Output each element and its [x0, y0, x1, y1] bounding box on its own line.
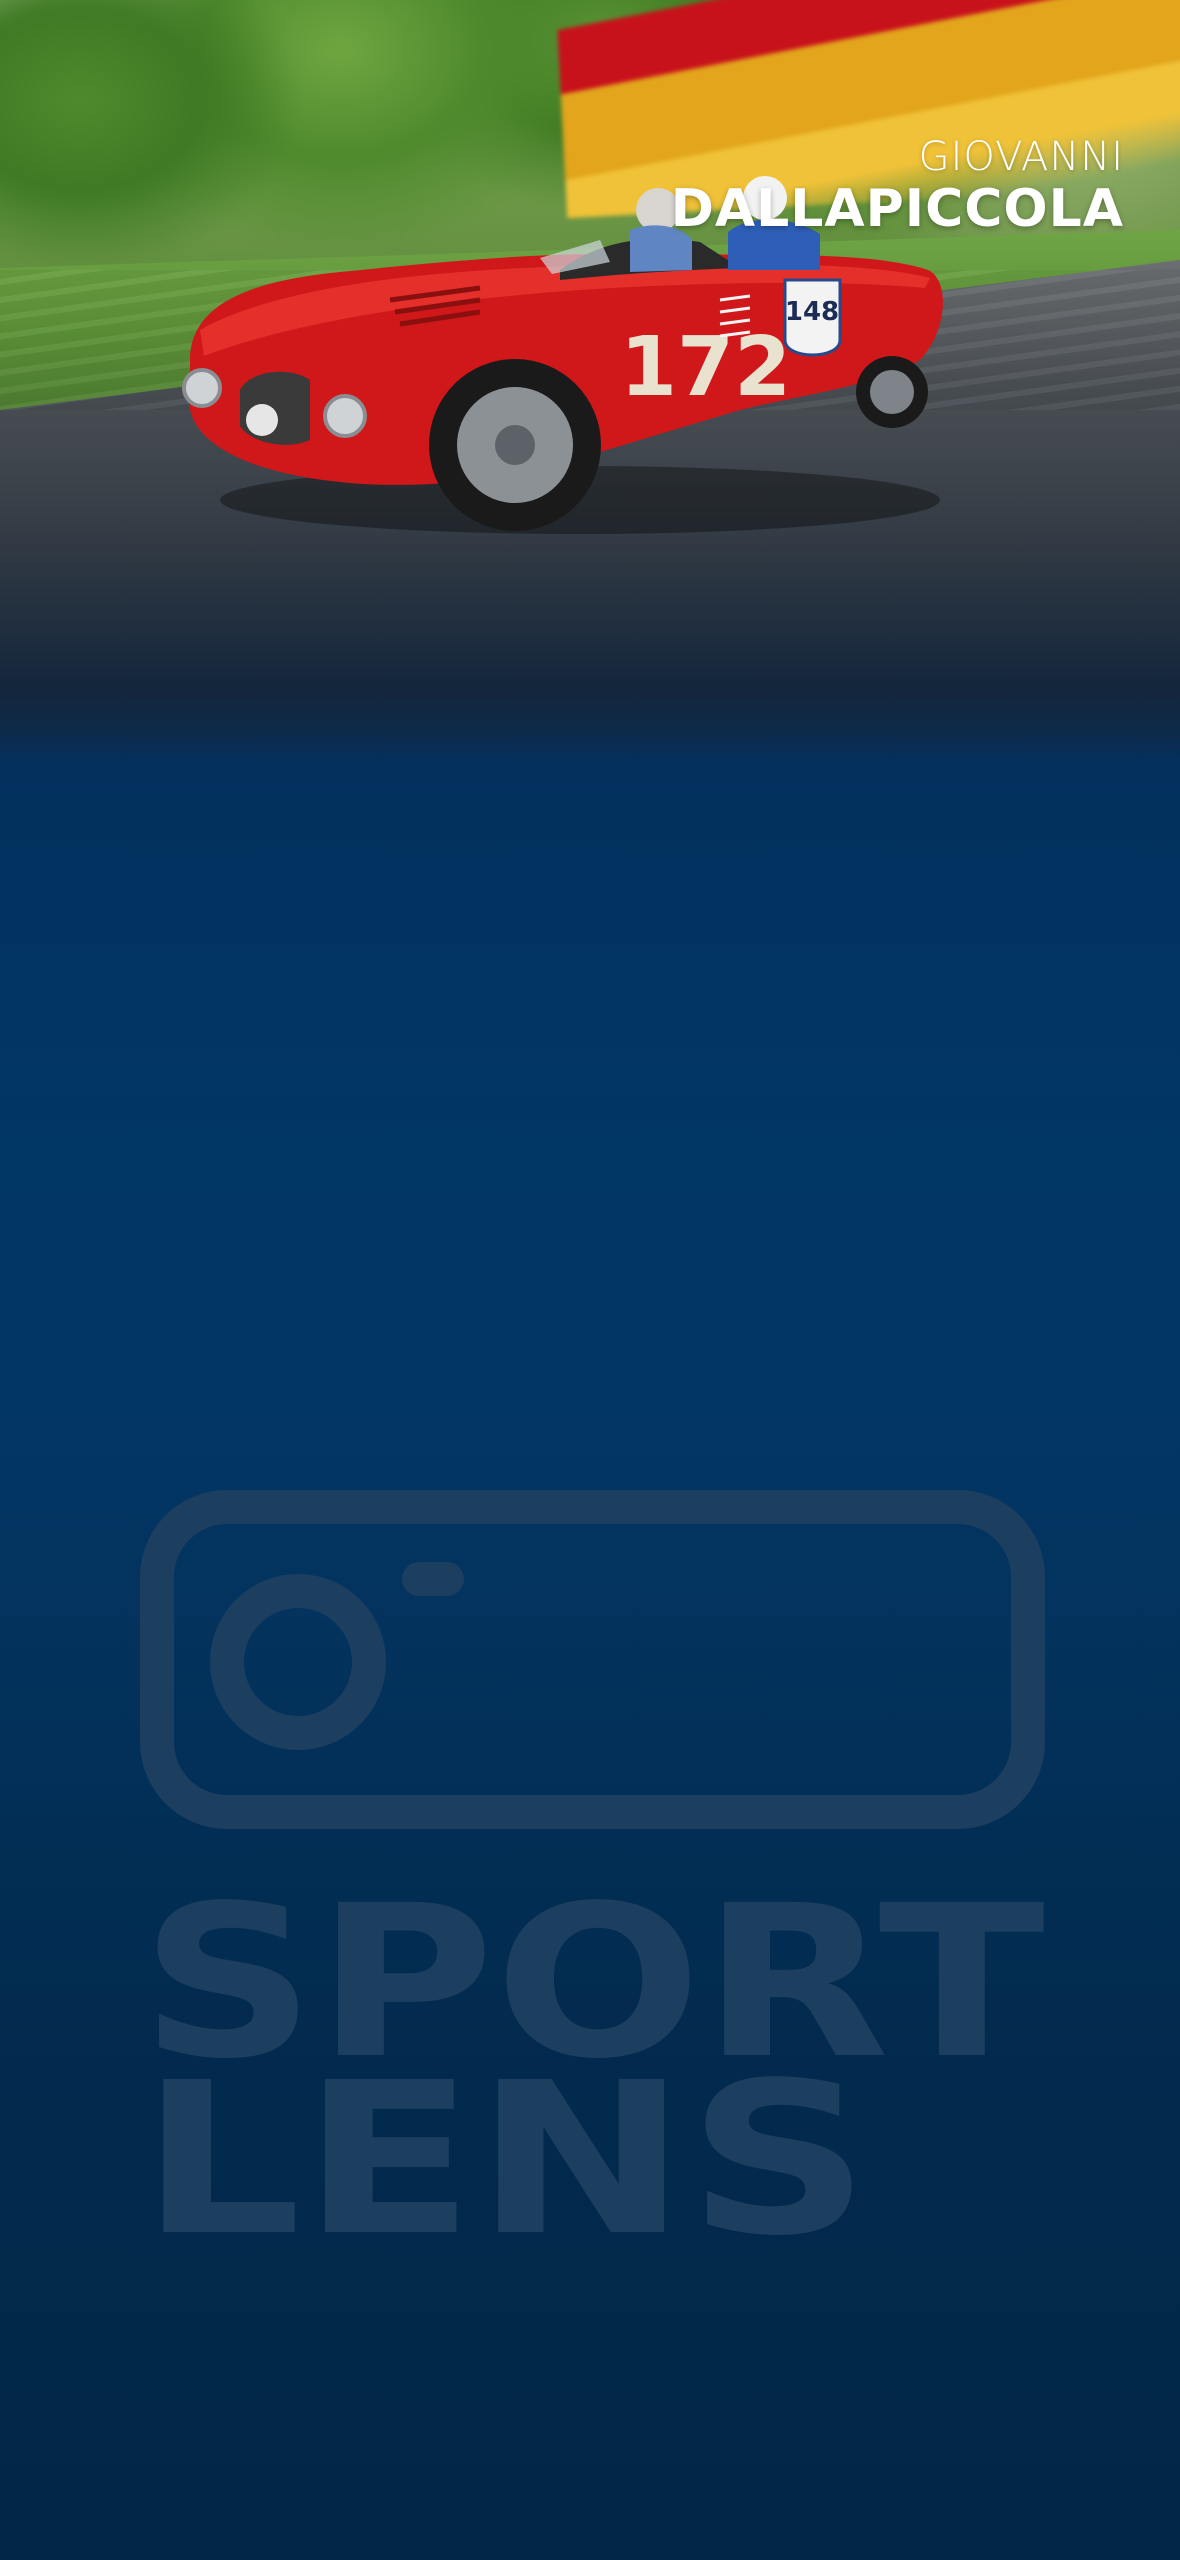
rally-badge: 148 — [783, 278, 842, 357]
car-number: 172 — [620, 320, 791, 415]
driver-last-name: DALLAPICCOLA — [670, 179, 1124, 239]
logo-word-lens: LENS — [140, 2037, 870, 2250]
driver-first-name: GIOVANNI — [918, 134, 1124, 180]
sportlens-watermark-logo: SPORT LENS — [140, 1490, 1045, 2250]
screen: 172 148 GIOVANNI DALLAPICCOLA SPORT LENS — [0, 0, 1180, 2560]
hero-photo: 172 148 GIOVANNI DALLAPICCOLA — [0, 0, 1180, 760]
driver-name: GIOVANNI DALLAPICCOLA — [671, 134, 1124, 238]
camera-icon — [140, 1490, 1045, 1829]
badge-number: 148 — [785, 297, 839, 327]
